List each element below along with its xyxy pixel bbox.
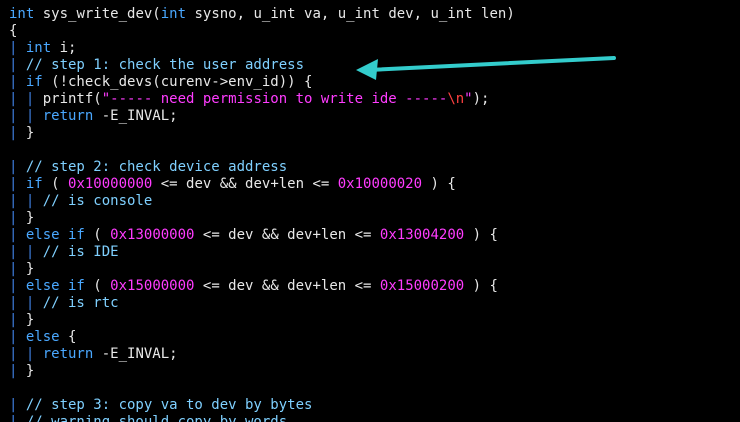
- annotation-arrow-icon: [356, 56, 616, 80]
- arrow-shaft: [366, 56, 616, 72]
- arrow-head: [356, 59, 378, 80]
- code-editor[interactable]: int sys_write_dev(int sysno, u_int va, u…: [0, 0, 740, 422]
